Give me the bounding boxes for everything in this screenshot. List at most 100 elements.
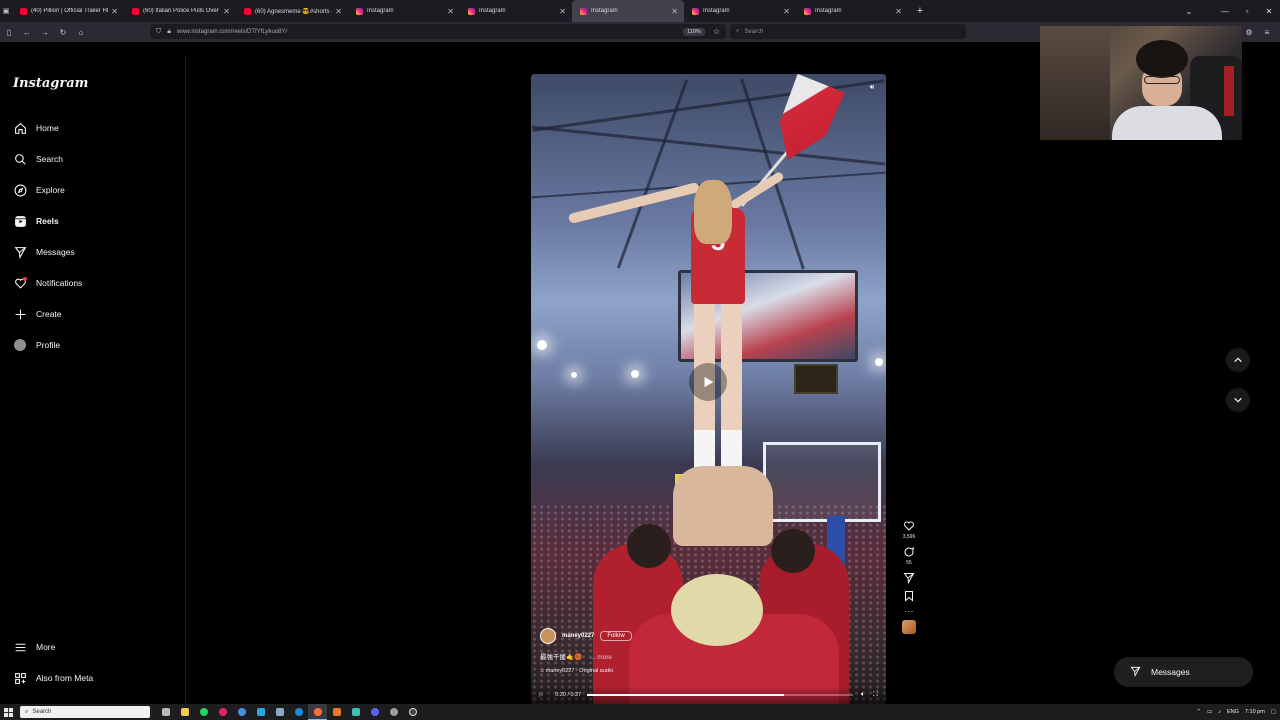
shield-icon[interactable]: ⛉ — [156, 28, 161, 36]
browser-tab[interactable]: (60) Agnesmeme 😎#shorts - Yo✕ — [236, 0, 348, 22]
nav-profile[interactable]: Profile — [13, 336, 60, 354]
close-tab-icon[interactable]: ✕ — [671, 7, 678, 16]
play-small-icon[interactable]: ▷ — [539, 692, 543, 698]
bookmark-star-icon[interactable]: ☆ — [713, 27, 720, 36]
volume-small-icon[interactable]: 🔈︎ — [861, 691, 865, 699]
clock[interactable]: 7:10 pm — [1245, 709, 1265, 715]
close-tab-icon[interactable]: ✕ — [895, 7, 902, 16]
follow-button[interactable]: Follow — [600, 631, 632, 641]
nav-explore[interactable]: Explore — [13, 181, 65, 199]
taskbar-search[interactable]: ⌕ Search — [20, 706, 150, 718]
nav-messages[interactable]: Messages — [13, 243, 75, 261]
language-indicator[interactable]: ENG — [1227, 709, 1239, 715]
notification-center-icon[interactable]: ▢ — [1271, 709, 1276, 715]
audio-thumbnail[interactable] — [902, 620, 916, 634]
reload-button[interactable]: ↻ — [54, 22, 72, 42]
fullscreen-icon[interactable]: ⛶ — [873, 691, 878, 699]
volume-tray-icon[interactable]: ♪ — [1218, 709, 1221, 715]
owner-avatar[interactable] — [540, 628, 556, 644]
chrome-icon[interactable] — [232, 704, 251, 720]
more-dots-icon[interactable]: ··· — [905, 607, 914, 616]
close-window-button[interactable]: ✕ — [1258, 7, 1280, 16]
caption-more-link[interactable]: ... more — [590, 654, 612, 661]
windows-start-icon[interactable] — [0, 704, 16, 720]
heart-icon[interactable] — [903, 520, 915, 532]
browser-tab[interactable]: Instagram ✕ — [460, 0, 572, 22]
browser-search-placeholder: Search — [744, 28, 764, 35]
previous-reel-button[interactable] — [1226, 348, 1250, 372]
browser-tab[interactable]: Instagram ✕ — [796, 0, 908, 22]
video-progress-bar[interactable] — [587, 694, 853, 696]
nav-explore-label: Explore — [36, 185, 65, 195]
sidebar-toggle-icon[interactable]: ▯ — [0, 22, 18, 42]
nav-more[interactable]: More — [13, 638, 55, 656]
play-button[interactable] — [689, 363, 727, 401]
discord-icon[interactable] — [365, 704, 384, 720]
spotify-icon[interactable] — [194, 704, 213, 720]
nav-also-from-meta[interactable]: Also from Meta — [13, 669, 93, 687]
obs-icon[interactable] — [403, 704, 422, 720]
browser-search-bar[interactable]: ⌕ Search — [730, 24, 966, 39]
firefox-icon[interactable] — [308, 704, 327, 720]
nav-create[interactable]: Create — [13, 305, 62, 323]
browser-tab[interactable]: (40) Pillion | Official Trailer HD | ✕ — [12, 0, 124, 22]
file-explorer-icon[interactable] — [175, 704, 194, 720]
extensions-icon[interactable]: ⚙ — [1240, 22, 1258, 42]
browser-tab[interactable]: (60) Italian Police Pulls Over Fe ✕ — [124, 0, 236, 22]
instagram-logo[interactable]: Instagram — [13, 76, 88, 91]
nav-notifications[interactable]: Notifications — [13, 274, 82, 292]
app-icon-orange[interactable] — [327, 704, 346, 720]
close-tab-icon[interactable]: ✕ — [783, 7, 790, 16]
zoom-badge[interactable]: 110% — [683, 27, 705, 36]
app-icon-blue[interactable] — [251, 704, 270, 720]
close-tab-icon[interactable]: ✕ — [111, 7, 118, 16]
close-tab-icon[interactable]: ✕ — [447, 7, 454, 16]
close-tab-icon[interactable]: ✕ — [223, 7, 230, 16]
share-icon[interactable] — [903, 572, 915, 584]
address-bar[interactable]: ⛉ 🔒︎ www.instagram.com/reels/DTfYfLykuo8… — [150, 24, 726, 39]
app-icon-gray[interactable] — [384, 704, 403, 720]
tab-list-icon[interactable]: ▣ — [0, 0, 12, 22]
network-icon[interactable]: ▭ — [1207, 709, 1212, 715]
maximize-button[interactable]: ▫ — [1236, 7, 1258, 16]
app-icon-red[interactable] — [213, 704, 232, 720]
volume-icon[interactable]: 🔊︎ — [866, 82, 878, 94]
home-button[interactable]: ⌂ — [72, 22, 90, 42]
bookmark-icon[interactable] — [903, 590, 915, 602]
comment-action[interactable]: 55 — [898, 546, 920, 566]
new-tab-button[interactable]: + — [912, 5, 928, 17]
list-all-tabs-icon[interactable]: ⌄ — [1178, 7, 1200, 16]
back-button[interactable]: ← — [18, 22, 36, 42]
comment-icon[interactable] — [903, 546, 915, 558]
close-tab-icon[interactable]: ✕ — [559, 7, 566, 16]
app-icon-steam[interactable] — [270, 704, 289, 720]
app-icon-teal[interactable] — [346, 704, 365, 720]
share-action[interactable] — [898, 572, 920, 584]
browser-tab[interactable]: Instagram ✕ — [684, 0, 796, 22]
nav-reels[interactable]: Reels — [13, 212, 59, 230]
more-options-action[interactable]: ··· — [898, 607, 920, 616]
reel-audio[interactable]: ♫ maney0227 · Original audio — [540, 668, 800, 674]
task-view-icon[interactable] — [156, 704, 175, 720]
owner-username[interactable]: maney0227 — [562, 633, 594, 639]
browser-tab[interactable]: Instagram ✕ — [572, 0, 684, 22]
nav-search[interactable]: Search — [13, 150, 63, 168]
app-icon-edge[interactable] — [289, 704, 308, 720]
reel-video[interactable]: 5 🔊︎ maney0227 Follow 最強千援🤙🏀 ... more ♫ … — [531, 74, 886, 704]
tray-chevron-icon[interactable]: ⌃ — [1196, 709, 1201, 715]
browser-tab[interactable]: Instagram ✕ — [348, 0, 460, 22]
next-reel-button[interactable] — [1226, 388, 1250, 412]
menu-icon[interactable]: ≡ — [1258, 22, 1276, 42]
nav-home[interactable]: Home — [13, 119, 59, 137]
youtube-favicon-icon — [20, 7, 27, 15]
forward-button[interactable]: → — [36, 22, 54, 42]
lock-icon[interactable]: 🔒︎ — [167, 28, 171, 36]
home-icon — [13, 121, 27, 135]
like-action[interactable]: 3,596 — [898, 520, 920, 540]
save-action[interactable] — [898, 590, 920, 602]
close-tab-icon[interactable]: ✕ — [335, 7, 342, 16]
minimize-button[interactable]: — — [1214, 7, 1236, 16]
arena-light — [571, 372, 577, 378]
messages-button[interactable]: Messages — [1114, 657, 1253, 687]
url-text[interactable]: www.instagram.com/reels/DTfYfLykuo8Y/ — [177, 29, 683, 35]
